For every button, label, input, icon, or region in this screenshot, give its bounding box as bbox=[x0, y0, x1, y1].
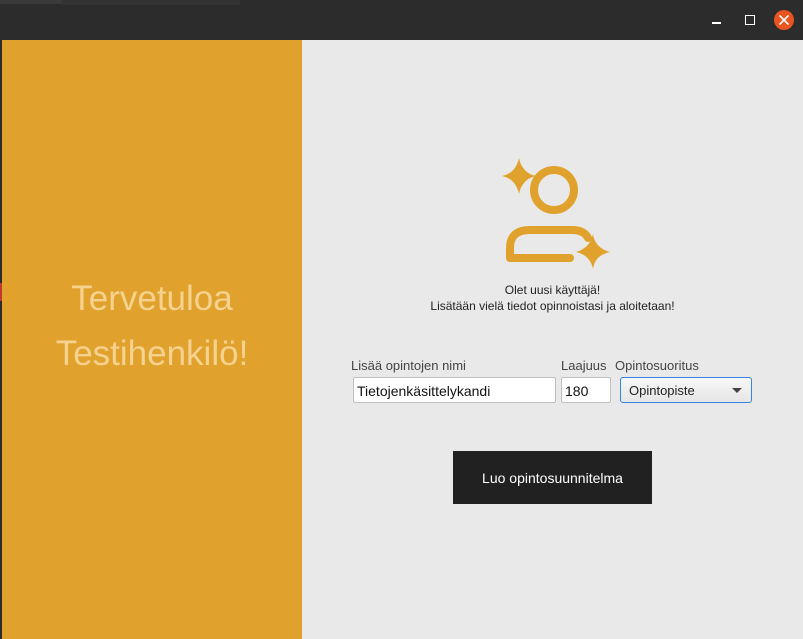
window-titlebar bbox=[0, 0, 803, 40]
study-name-input[interactable]: Tietojenkäsittelykandi bbox=[353, 377, 556, 403]
unit-label: Opintosuoritus bbox=[615, 358, 699, 373]
new-user-message: Olet uusi käyttäjä! bbox=[504, 283, 601, 297]
scope-input[interactable]: 180 bbox=[561, 377, 611, 403]
close-icon[interactable] bbox=[774, 10, 794, 30]
welcome-panel: Tervetuloa Testihenkilö! bbox=[2, 40, 302, 639]
welcome-title: Tervetuloa bbox=[71, 279, 233, 318]
welcome-username: Testihenkilö! bbox=[55, 334, 249, 373]
titlebar-strip-highlight bbox=[62, 0, 240, 5]
chevron-down-icon bbox=[732, 388, 742, 393]
unit-select[interactable]: Opintopiste bbox=[620, 377, 752, 403]
minimize-icon[interactable] bbox=[706, 10, 726, 30]
create-study-plan-button[interactable]: Luo opintosuunnitelma bbox=[453, 451, 652, 504]
instructions-message: Lisätään vielä tiedot opinnoistasi ja al… bbox=[430, 299, 675, 313]
user-sparkle-icon bbox=[502, 158, 610, 269]
study-name-label: Lisää opintojen nimi bbox=[351, 358, 466, 373]
unit-select-value: Opintopiste bbox=[629, 383, 695, 398]
maximize-icon[interactable] bbox=[740, 10, 760, 30]
setup-panel: Olet uusi käyttäjä! Lisätään vielä tiedo… bbox=[302, 40, 803, 639]
scope-label: Laajuus bbox=[561, 358, 607, 373]
